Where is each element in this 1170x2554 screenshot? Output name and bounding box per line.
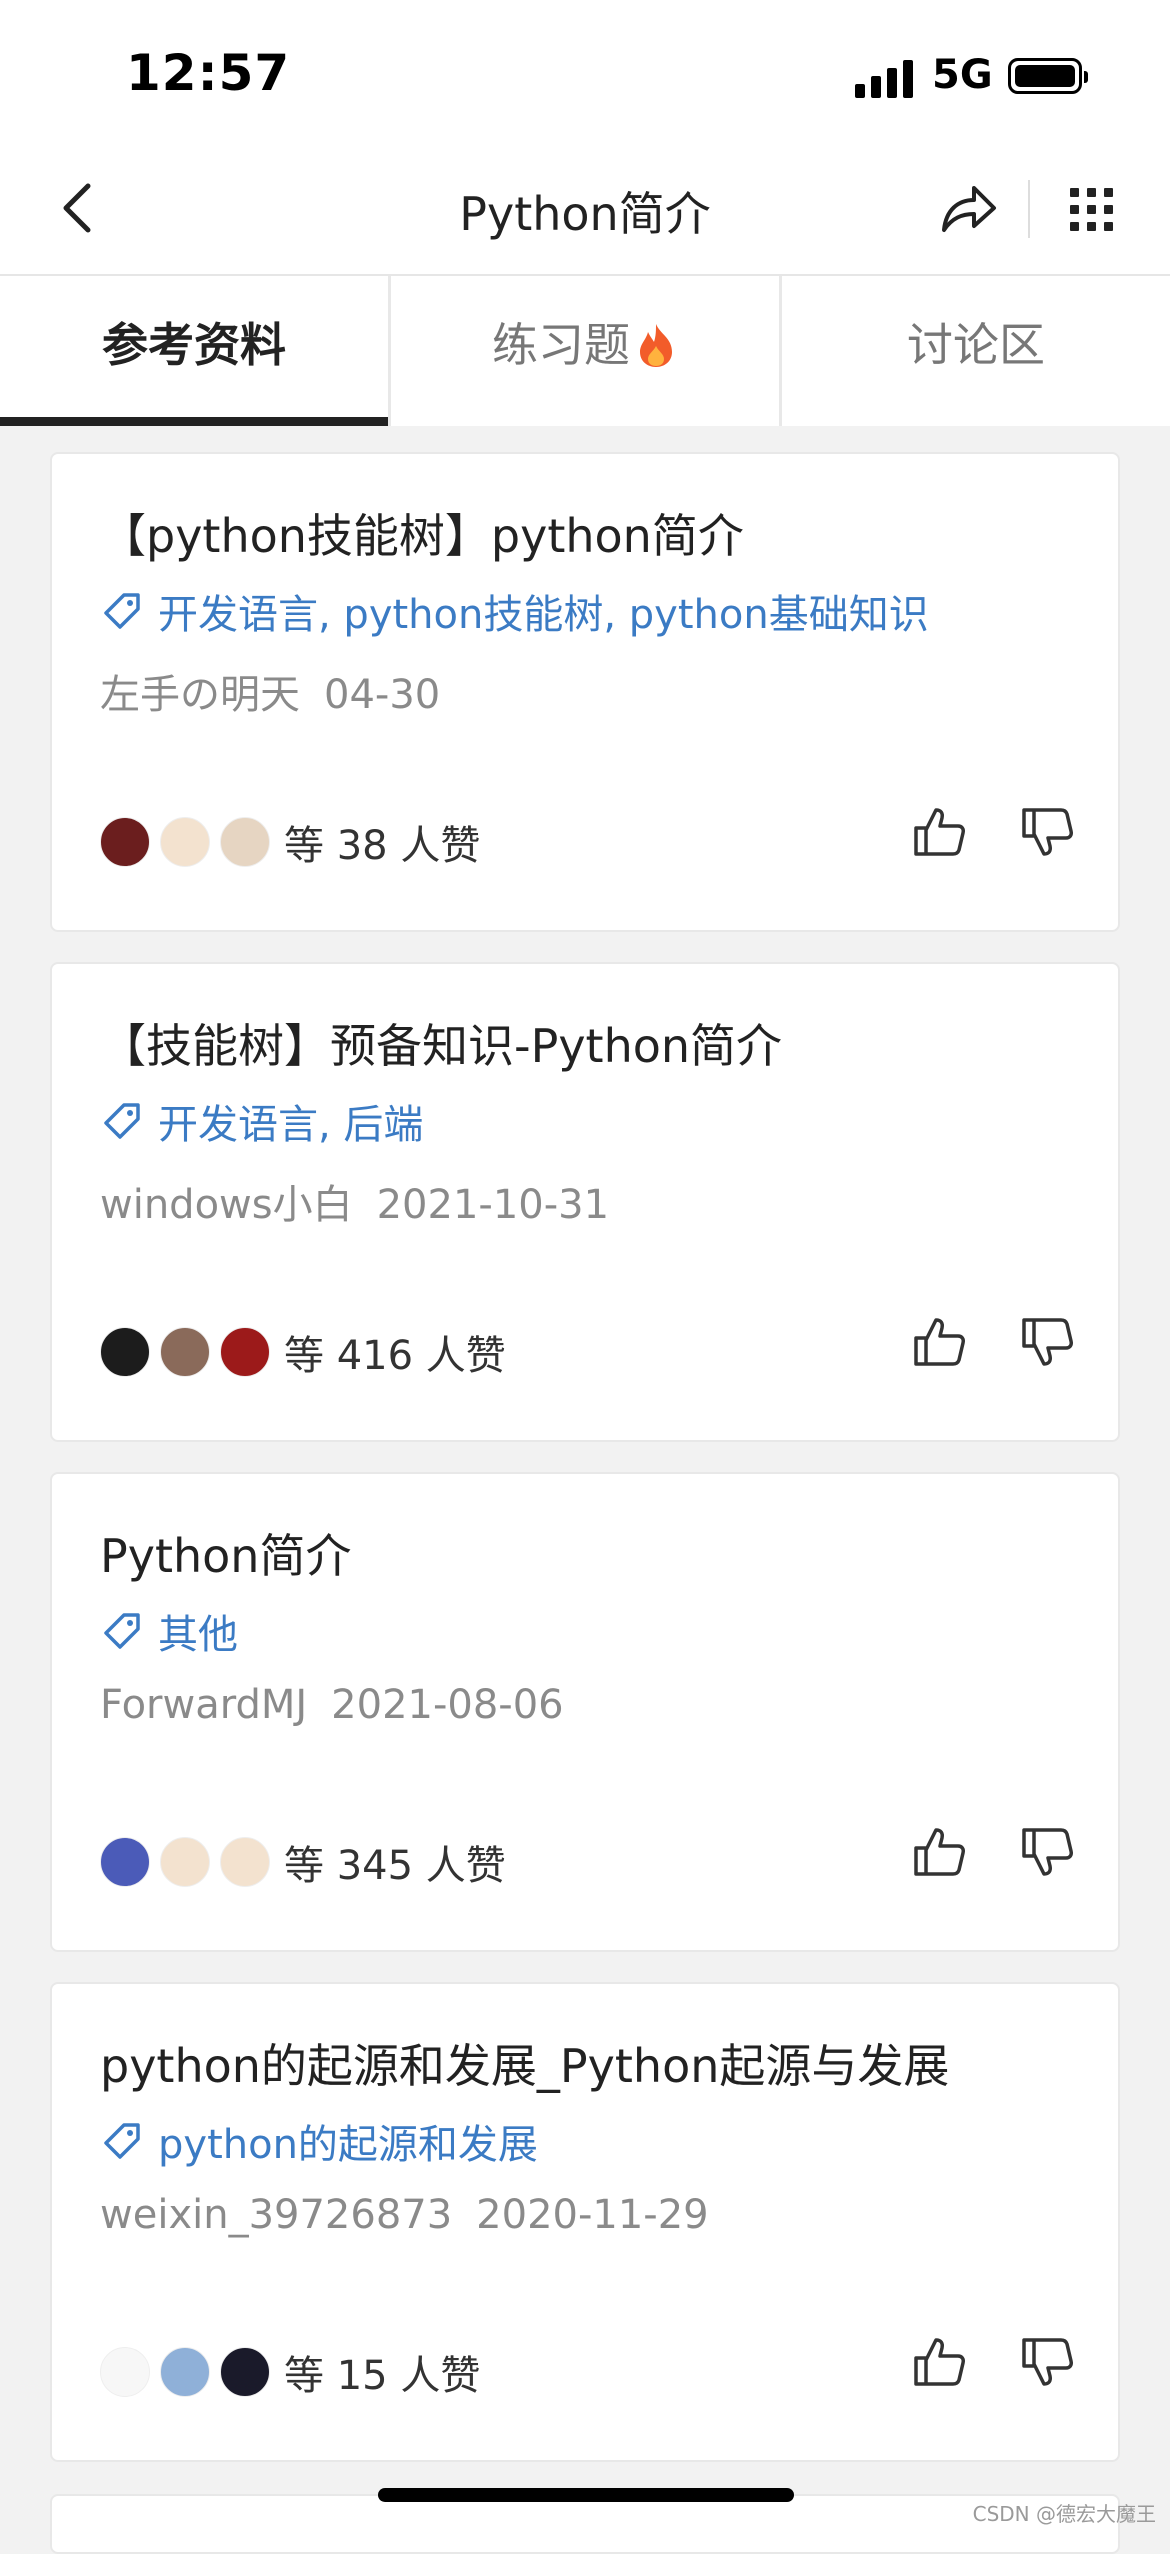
article-meta: windows小白 2021-10-31 [100, 1172, 609, 1230]
avatar [220, 1837, 270, 1887]
article-tags-text: 其他 [158, 1612, 238, 1658]
tab-active-indicator [0, 417, 388, 426]
home-indicator[interactable] [378, 2488, 794, 2502]
share-icon[interactable] [938, 180, 998, 236]
thumbs-up-icon[interactable] [912, 1314, 968, 1370]
likes-count: 等 38 人赞 [284, 823, 481, 869]
article-card[interactable]: python的起源和发展_Python起源与发展 python的起源和发展 we… [50, 1982, 1120, 2462]
flame-icon [640, 323, 672, 367]
avatar [100, 1327, 150, 1377]
article-title[interactable]: 【python技能树】python简介 [100, 500, 744, 566]
article-date: 2021-08-06 [331, 1682, 564, 1728]
status-time: 12:57 [126, 44, 291, 102]
article-meta: 左手の明天 04-30 [100, 662, 440, 720]
nav-divider [1028, 180, 1030, 238]
article-tags[interactable]: python的起源和发展 [100, 2112, 538, 2170]
article-date: 2020-11-29 [476, 2192, 709, 2238]
article-tags[interactable]: 其他 [100, 1602, 238, 1660]
article-card[interactable] [50, 2494, 1120, 2554]
article-card[interactable]: Python简介 其他 ForwardMJ 2021-08-06 等 345 人赞 [50, 1472, 1120, 1952]
thumbs-down-icon[interactable] [1020, 804, 1076, 860]
avatar [160, 1837, 210, 1887]
tag-icon [104, 1613, 140, 1649]
article-title[interactable]: Python简介 [100, 1520, 351, 1586]
avatar [100, 1837, 150, 1887]
status-bar: 12:57 5G [0, 0, 1170, 150]
article-date: 04-30 [324, 672, 441, 718]
thumbs-up-icon[interactable] [912, 1824, 968, 1880]
likes-row: 等 345 人赞 [100, 1834, 506, 1890]
nav-bar: Python简介 [0, 150, 1170, 276]
article-tags[interactable]: 开发语言, python技能树, python基础知识 [100, 582, 929, 640]
likes-row: 等 38 人赞 [100, 814, 480, 870]
avatar [100, 817, 150, 867]
tab-references-label: 参考资料 [102, 318, 286, 372]
likes-row: 等 15 人赞 [100, 2344, 480, 2400]
tab-exercises-label: 练习题 [492, 318, 630, 372]
article-tags-text: python的起源和发展 [158, 2122, 538, 2168]
avatar [220, 1327, 270, 1377]
avatar [160, 817, 210, 867]
tag-icon [104, 593, 140, 629]
thumbs-down-icon[interactable] [1020, 2334, 1076, 2390]
thumbs-down-icon[interactable] [1020, 1824, 1076, 1880]
avatar [100, 2347, 150, 2397]
likes-count: 等 345 人赞 [284, 1843, 506, 1889]
article-author[interactable]: windows小白 [100, 1182, 353, 1228]
article-tags-text: 开发语言, 后端 [158, 1102, 424, 1148]
thumbs-up-icon[interactable] [912, 804, 968, 860]
article-date: 2021-10-31 [376, 1182, 610, 1228]
article-meta: ForwardMJ 2021-08-06 [100, 1682, 564, 1728]
article-tags[interactable]: 开发语言, 后端 [100, 1092, 423, 1150]
article-title[interactable]: python的起源和发展_Python起源与发展 [100, 2030, 949, 2096]
article-author[interactable]: weixin_39726873 [100, 2192, 452, 2238]
avatar [220, 2347, 270, 2397]
article-tags-text: 开发语言, python技能树, python基础知识 [158, 592, 929, 638]
avatar [220, 817, 270, 867]
tag-icon [104, 2123, 140, 2159]
article-author[interactable]: ForwardMJ [100, 1682, 307, 1728]
avatar [160, 2347, 210, 2397]
tab-exercises[interactable]: 练习题 [391, 276, 779, 426]
article-meta: weixin_39726873 2020-11-29 [100, 2192, 709, 2238]
thumbs-up-icon[interactable] [912, 2334, 968, 2390]
watermark: CSDN @德宏大魔王 [972, 2502, 1156, 2526]
avatar [160, 1327, 210, 1377]
tab-discussion-label: 讨论区 [907, 318, 1045, 372]
network-type: 5G [932, 52, 993, 98]
tag-icon [104, 1103, 140, 1139]
article-card[interactable]: 【技能树】预备知识-Python简介 开发语言, 后端 windows小白 202… [50, 962, 1120, 1442]
article-title[interactable]: 【技能树】预备知识-Python简介 [100, 1010, 782, 1076]
article-card[interactable]: 【python技能树】python简介 开发语言, python技能树, pyt… [50, 452, 1120, 932]
thumbs-down-icon[interactable] [1020, 1314, 1076, 1370]
likes-count: 等 15 人赞 [284, 2353, 481, 2399]
likes-count: 等 416 人赞 [284, 1333, 506, 1379]
tab-bar: 参考资料 练习题 讨论区 [0, 276, 1170, 426]
tab-discussion[interactable]: 讨论区 [782, 276, 1170, 426]
battery-icon [1008, 58, 1088, 94]
likes-row: 等 416 人赞 [100, 1324, 506, 1380]
signal-icon [855, 58, 915, 98]
tab-references[interactable]: 参考资料 [0, 276, 388, 426]
article-author[interactable]: 左手の明天 [100, 672, 300, 718]
more-grid-icon[interactable] [1068, 186, 1116, 234]
